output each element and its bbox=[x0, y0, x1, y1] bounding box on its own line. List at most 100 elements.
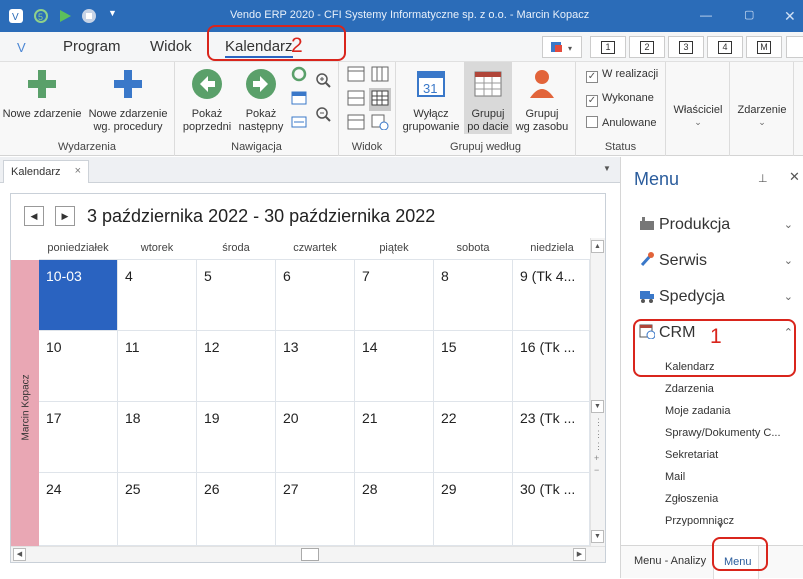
group-by-date-button[interactable]: Grupuj po dacie bbox=[464, 62, 512, 134]
calendar-day-cell[interactable]: 17 bbox=[39, 402, 118, 473]
calendar-day-cell[interactable]: 18 bbox=[118, 402, 197, 473]
day-header: piątek bbox=[379, 242, 409, 254]
scroll-end-icon[interactable]: ▼ bbox=[591, 530, 604, 543]
calendar-day-cell[interactable]: 10-03 bbox=[39, 260, 118, 331]
tab-list-dropdown-icon[interactable]: ▼ bbox=[603, 164, 611, 173]
owner-dropdown[interactable]: Właściciel ⌄ bbox=[666, 62, 730, 156]
disable-grouping-button[interactable]: 31 Wyłącz grupowanie bbox=[400, 68, 462, 134]
stop-icon[interactable] bbox=[81, 8, 97, 24]
calendar-day-cell[interactable]: 6 bbox=[276, 260, 355, 331]
calendar-day-cell[interactable]: 15 bbox=[434, 331, 513, 402]
sidebar-item-produkcja[interactable]: Produkcja ⌄ bbox=[639, 215, 797, 239]
show-previous-label-2: poprzedni bbox=[182, 121, 232, 133]
window-2-button[interactable]: 2 bbox=[629, 36, 665, 58]
zoom-out-icon[interactable] bbox=[315, 106, 331, 125]
view-workweek-icon[interactable] bbox=[371, 66, 389, 85]
window-m-button[interactable]: M bbox=[746, 36, 782, 58]
new-event-procedure-button[interactable]: Nowe zdarzenie wg. procedury bbox=[86, 68, 170, 134]
calendar-day-cell[interactable]: 20 bbox=[276, 402, 355, 473]
tab-menu-analizy[interactable]: Menu - Analizy bbox=[634, 555, 706, 567]
menu-widok[interactable]: Widok bbox=[150, 38, 192, 55]
tab-kalendarz[interactable]: Kalendarz × bbox=[3, 160, 89, 183]
calendar-day-cell[interactable]: 7 bbox=[355, 260, 434, 331]
window-m-label: M bbox=[757, 41, 771, 54]
calendar-day-cell[interactable]: 19 bbox=[197, 402, 276, 473]
scroll-thumb[interactable] bbox=[301, 548, 319, 561]
app-menu-icon[interactable]: V bbox=[14, 39, 30, 55]
view-agenda-icon[interactable] bbox=[371, 114, 389, 133]
tab-close-icon[interactable]: × bbox=[75, 165, 81, 177]
calendar-day-cell[interactable]: 27 bbox=[276, 473, 355, 546]
calendar-day-cell[interactable]: 12 bbox=[197, 331, 276, 402]
calendar-day-cell[interactable]: 4 bbox=[118, 260, 197, 331]
scroll-right-icon[interactable]: ▶ bbox=[573, 548, 586, 561]
view-day-icon[interactable] bbox=[347, 66, 365, 85]
vertical-scrollbar[interactable]: ▲ ▼ ⋮ ⋮ ⋮ + − ▼ bbox=[590, 238, 605, 546]
calendar-day-cell[interactable]: 10 bbox=[39, 331, 118, 402]
calendar-day-cell[interactable]: 14 bbox=[355, 331, 434, 402]
calendar-day-cell[interactable]: 30 (Tk ... bbox=[513, 473, 590, 546]
new-event-button[interactable]: Nowe zdarzenie bbox=[2, 68, 82, 121]
calendar-day-cell[interactable]: 11 bbox=[118, 331, 197, 402]
calendar-day-cell[interactable]: 25 bbox=[118, 473, 197, 546]
calendar-day-cell[interactable]: 29 bbox=[434, 473, 513, 546]
calendar-day-cell[interactable]: 8 bbox=[434, 260, 513, 331]
group-by-resource-button[interactable]: Grupuj wg zasobu bbox=[514, 68, 570, 134]
menu-program[interactable]: Program bbox=[63, 38, 121, 55]
crm-sub-sekretariat[interactable]: Sekretariat bbox=[665, 449, 718, 461]
scroll-up-icon[interactable]: ▲ bbox=[591, 240, 604, 253]
calendar-next-button[interactable]: ▶ bbox=[55, 206, 75, 226]
scroll-left-icon[interactable]: ◀ bbox=[13, 548, 26, 561]
disable-grouping-label-2: grupowanie bbox=[402, 121, 460, 133]
date-range-icon[interactable] bbox=[291, 114, 307, 133]
today-icon[interactable] bbox=[291, 90, 307, 109]
calendar-day-cell[interactable]: 9 (Tk 4... bbox=[513, 260, 590, 331]
refresh-icon[interactable]: 5 bbox=[33, 8, 49, 24]
crm-sub-moje-zadania[interactable]: Moje zadania bbox=[665, 405, 730, 417]
calendar-day-cell[interactable]: 23 (Tk ... bbox=[513, 402, 590, 473]
crm-sub-zdarzenia[interactable]: Zdarzenia bbox=[665, 383, 714, 395]
lang-dropdown-button[interactable]: ▾ bbox=[542, 36, 582, 58]
calendar-day-cell[interactable]: 21 bbox=[355, 402, 434, 473]
ribbon: Nowe zdarzenie Nowe zdarzenie wg. proced… bbox=[0, 62, 803, 156]
maximize-icon[interactable]: ▢ bbox=[744, 8, 760, 24]
scroll-steps-icon[interactable]: ⋮ ⋮ ⋮ + − bbox=[594, 416, 603, 476]
minimize-icon[interactable]: — bbox=[700, 8, 716, 24]
calendar-day-cell[interactable]: 5 bbox=[197, 260, 276, 331]
scroll-down-icon[interactable]: ▼ bbox=[591, 400, 604, 413]
status-anulowane-checkbox[interactable]: Anulowane bbox=[586, 116, 656, 129]
view-timeline-icon[interactable] bbox=[347, 114, 365, 133]
calendar-day-cell[interactable]: 16 (Tk ... bbox=[513, 331, 590, 402]
calendar-prev-button[interactable]: ◀ bbox=[24, 206, 44, 226]
horizontal-scrollbar[interactable]: ◀ ▶ bbox=[11, 546, 605, 562]
sidebar-item-spedycja[interactable]: Spedycja ⌄ bbox=[639, 287, 797, 311]
pin-icon[interactable]: ⊥ bbox=[758, 172, 768, 185]
scroll-more-icon[interactable]: ▼ bbox=[717, 523, 724, 530]
window-4-button[interactable]: 4 bbox=[707, 36, 743, 58]
view-week-icon[interactable] bbox=[347, 90, 365, 109]
crm-sub-sprawy[interactable]: Sprawy/Dokumenty C... bbox=[665, 427, 781, 439]
calendar-day-cell[interactable]: 22 bbox=[434, 402, 513, 473]
window-3-button[interactable]: 3 bbox=[668, 36, 704, 58]
show-previous-button[interactable]: Pokaż poprzedni bbox=[179, 68, 235, 134]
event-dropdown[interactable]: Zdarzenie ⌄ bbox=[730, 62, 794, 156]
calendar-day-cell[interactable]: 26 bbox=[197, 473, 276, 546]
refresh-green-icon[interactable] bbox=[291, 66, 307, 85]
close-icon[interactable]: ✕ bbox=[789, 169, 800, 185]
status-wykonane-checkbox[interactable]: ✓ Wykonane bbox=[586, 92, 654, 107]
zoom-in-icon[interactable] bbox=[315, 72, 331, 91]
sidebar-item-serwis[interactable]: Serwis ⌄ bbox=[639, 251, 797, 275]
window-extra-button[interactable] bbox=[786, 36, 803, 58]
show-next-button[interactable]: Pokaż następny bbox=[233, 68, 289, 134]
close-icon[interactable]: ✕ bbox=[784, 8, 800, 24]
view-month-icon[interactable] bbox=[369, 88, 391, 111]
calendar-day-cell[interactable]: 28 bbox=[355, 473, 434, 546]
crm-sub-zgloszenia[interactable]: Zgłoszenia bbox=[665, 493, 718, 505]
crm-sub-mail[interactable]: Mail bbox=[665, 471, 685, 483]
status-w-realizacji-checkbox[interactable]: ✓ W realizacji bbox=[586, 68, 658, 83]
window-1-button[interactable]: 1 bbox=[590, 36, 626, 58]
play-icon[interactable] bbox=[57, 8, 73, 24]
calendar-day-cell[interactable]: 13 bbox=[276, 331, 355, 402]
customize-qat-icon[interactable]: ▼ bbox=[108, 8, 124, 24]
calendar-day-cell[interactable]: 24 bbox=[39, 473, 118, 546]
